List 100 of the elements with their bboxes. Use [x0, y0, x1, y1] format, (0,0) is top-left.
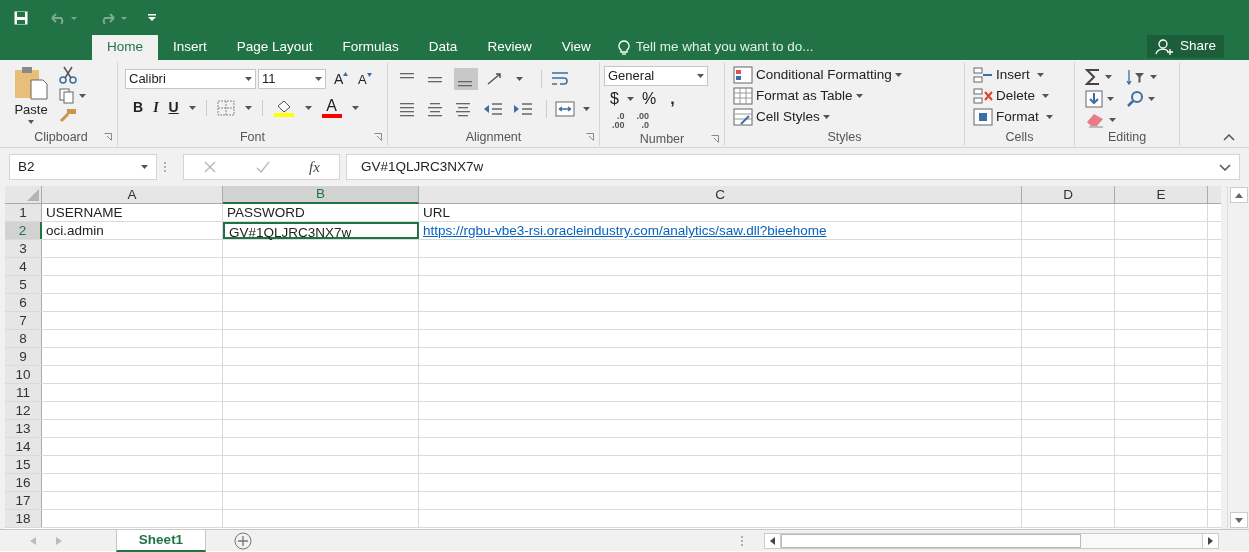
row-header[interactable]: 11	[5, 384, 42, 401]
row-header[interactable]: 17	[5, 492, 42, 509]
ribbon-tab[interactable]: Data	[413, 35, 473, 60]
grow-font-button[interactable]: A	[334, 72, 356, 86]
ribbon-tab[interactable]: Formulas	[327, 35, 414, 60]
bold-button[interactable]: B	[133, 97, 144, 118]
font-size-dropdown[interactable]: 11	[258, 69, 326, 89]
dropdown-caret-icon[interactable]	[1036, 73, 1044, 77]
scroll-right-icon[interactable]	[1208, 536, 1213, 545]
row-header[interactable]: 1	[5, 204, 42, 221]
dropdown-caret-icon[interactable]	[855, 94, 863, 98]
row-header[interactable]: 5	[5, 276, 42, 293]
sheet-tab[interactable]: Sheet1	[116, 529, 206, 552]
row-header[interactable]: 2	[5, 222, 42, 239]
sort-filter-icon[interactable]	[1126, 67, 1146, 86]
column-header[interactable]: B	[223, 186, 419, 204]
row-header[interactable]: 4	[5, 258, 42, 275]
row-header[interactable]: 18	[5, 510, 42, 527]
row-header[interactable]: 10	[5, 366, 42, 383]
autosum-icon[interactable]	[1085, 67, 1101, 86]
row-header[interactable]: 7	[5, 312, 42, 329]
ribbon-menu-button[interactable]: Format	[973, 107, 1053, 127]
row-header[interactable]: 15	[5, 456, 42, 473]
font-color-button[interactable]: A	[321, 97, 342, 118]
ribbon-tab[interactable]: Home	[92, 35, 158, 60]
row-header[interactable]: 16	[5, 474, 42, 491]
ribbon-menu-button[interactable]: Cell Styles	[733, 107, 902, 127]
increase-indent-icon[interactable]	[512, 100, 534, 118]
customize-toolbar-icon[interactable]	[148, 14, 156, 21]
hyperlink[interactable]: https://rgbu-vbe3-rsi.oracleindustry.com/analytics/saw.dll?bieehome	[419, 222, 1022, 239]
dropdown-caret-icon[interactable]	[1107, 96, 1114, 101]
number-format-dropdown[interactable]: General	[604, 66, 708, 86]
dialog-launcher-icon[interactable]	[711, 135, 719, 143]
font-name-dropdown[interactable]: Calibri	[125, 69, 256, 89]
dropdown-caret-icon[interactable]	[1109, 117, 1116, 122]
ribbon-menu-button[interactable]: Delete	[973, 86, 1053, 106]
dropdown-caret-icon[interactable]	[188, 105, 196, 110]
dropdown-caret-icon[interactable]	[245, 77, 252, 81]
ribbon-menu-button[interactable]: Format as Table	[733, 86, 902, 106]
percent-button[interactable]: %	[641, 87, 657, 111]
dropdown-caret-icon[interactable]	[79, 94, 86, 98]
ribbon-menu-button[interactable]: Insert	[973, 65, 1053, 85]
dropdown-caret-icon[interactable]	[351, 105, 359, 110]
scroll-up-icon[interactable]	[1234, 192, 1243, 198]
formula-input[interactable]: GV#1QLJRC3NX7w	[346, 154, 1240, 180]
dropdown-caret-icon[interactable]	[304, 105, 312, 110]
shrink-font-button[interactable]: A	[358, 72, 380, 86]
dropdown-caret-icon[interactable]	[697, 74, 704, 78]
dropdown-caret-icon[interactable]	[1105, 74, 1112, 79]
dropdown-caret-icon[interactable]	[822, 115, 830, 119]
increase-decimal-button[interactable]: .0 .00	[612, 112, 625, 130]
wrap-text-icon[interactable]	[550, 70, 570, 88]
copy-icon[interactable]	[59, 88, 75, 104]
row-header[interactable]: 8	[5, 330, 42, 347]
dropdown-caret-icon[interactable]	[583, 107, 590, 111]
dropdown-caret-icon[interactable]	[626, 97, 634, 101]
comma-style-button[interactable]: ,	[670, 87, 675, 111]
row-header[interactable]: 3	[5, 240, 42, 257]
column-header[interactable]: D	[1022, 186, 1115, 204]
decrease-decimal-button[interactable]: .00 .0	[636, 112, 650, 130]
dropdown-caret-icon[interactable]	[141, 165, 148, 169]
cut-icon[interactable]	[59, 66, 77, 84]
name-box[interactable]: B2	[9, 154, 157, 180]
vertical-scrollbar[interactable]	[1227, 186, 1249, 529]
insert-function-button[interactable]: fx	[309, 155, 320, 179]
save-icon[interactable]	[14, 10, 28, 25]
column-header[interactable]: C	[419, 186, 1022, 204]
column-header[interactable]: E	[1115, 186, 1208, 204]
italic-button[interactable]: I	[153, 97, 159, 118]
scroll-left-icon[interactable]	[770, 536, 775, 545]
dialog-launcher-icon[interactable]	[374, 133, 382, 141]
ribbon-tab[interactable]: Review	[472, 35, 547, 60]
underline-button[interactable]: U	[168, 97, 179, 118]
dropdown-caret-icon[interactable]	[315, 77, 322, 81]
dialog-launcher-icon[interactable]	[104, 133, 112, 141]
row-header[interactable]: 12	[5, 402, 42, 419]
merge-center-icon[interactable]	[555, 100, 575, 118]
row-header[interactable]: 9	[5, 348, 42, 365]
ribbon-tab[interactable]: View	[546, 35, 606, 60]
dropdown-caret-icon[interactable]	[1042, 94, 1050, 98]
fill-color-icon[interactable]	[272, 98, 295, 117]
dialog-launcher-icon[interactable]	[586, 133, 594, 141]
expand-formula-bar-icon[interactable]	[1219, 163, 1231, 171]
scroll-down-icon[interactable]	[1234, 517, 1243, 523]
find-icon[interactable]	[1126, 89, 1144, 108]
ribbon-menu-button[interactable]: Conditional Formatting	[733, 65, 902, 85]
dropdown-caret-icon[interactable]	[1150, 74, 1157, 79]
row-header[interactable]: 6	[5, 294, 42, 311]
dropdown-caret-icon[interactable]	[894, 73, 902, 77]
fill-down-icon[interactable]	[1085, 89, 1103, 108]
row-header[interactable]: 14	[5, 438, 42, 455]
dropdown-caret-icon[interactable]	[516, 77, 523, 81]
new-sheet-icon[interactable]	[234, 531, 252, 550]
ribbon-tab[interactable]: Page Layout	[221, 35, 328, 60]
ribbon-tab[interactable]: Insert	[158, 35, 222, 60]
tell-me-field[interactable]: Tell me what you want to do...	[617, 35, 814, 60]
currency-button[interactable]: $	[610, 87, 619, 111]
horizontal-scrollbar[interactable]	[764, 532, 1219, 549]
share-button[interactable]: Share	[1146, 35, 1224, 58]
collapse-ribbon-icon[interactable]	[1223, 134, 1235, 141]
